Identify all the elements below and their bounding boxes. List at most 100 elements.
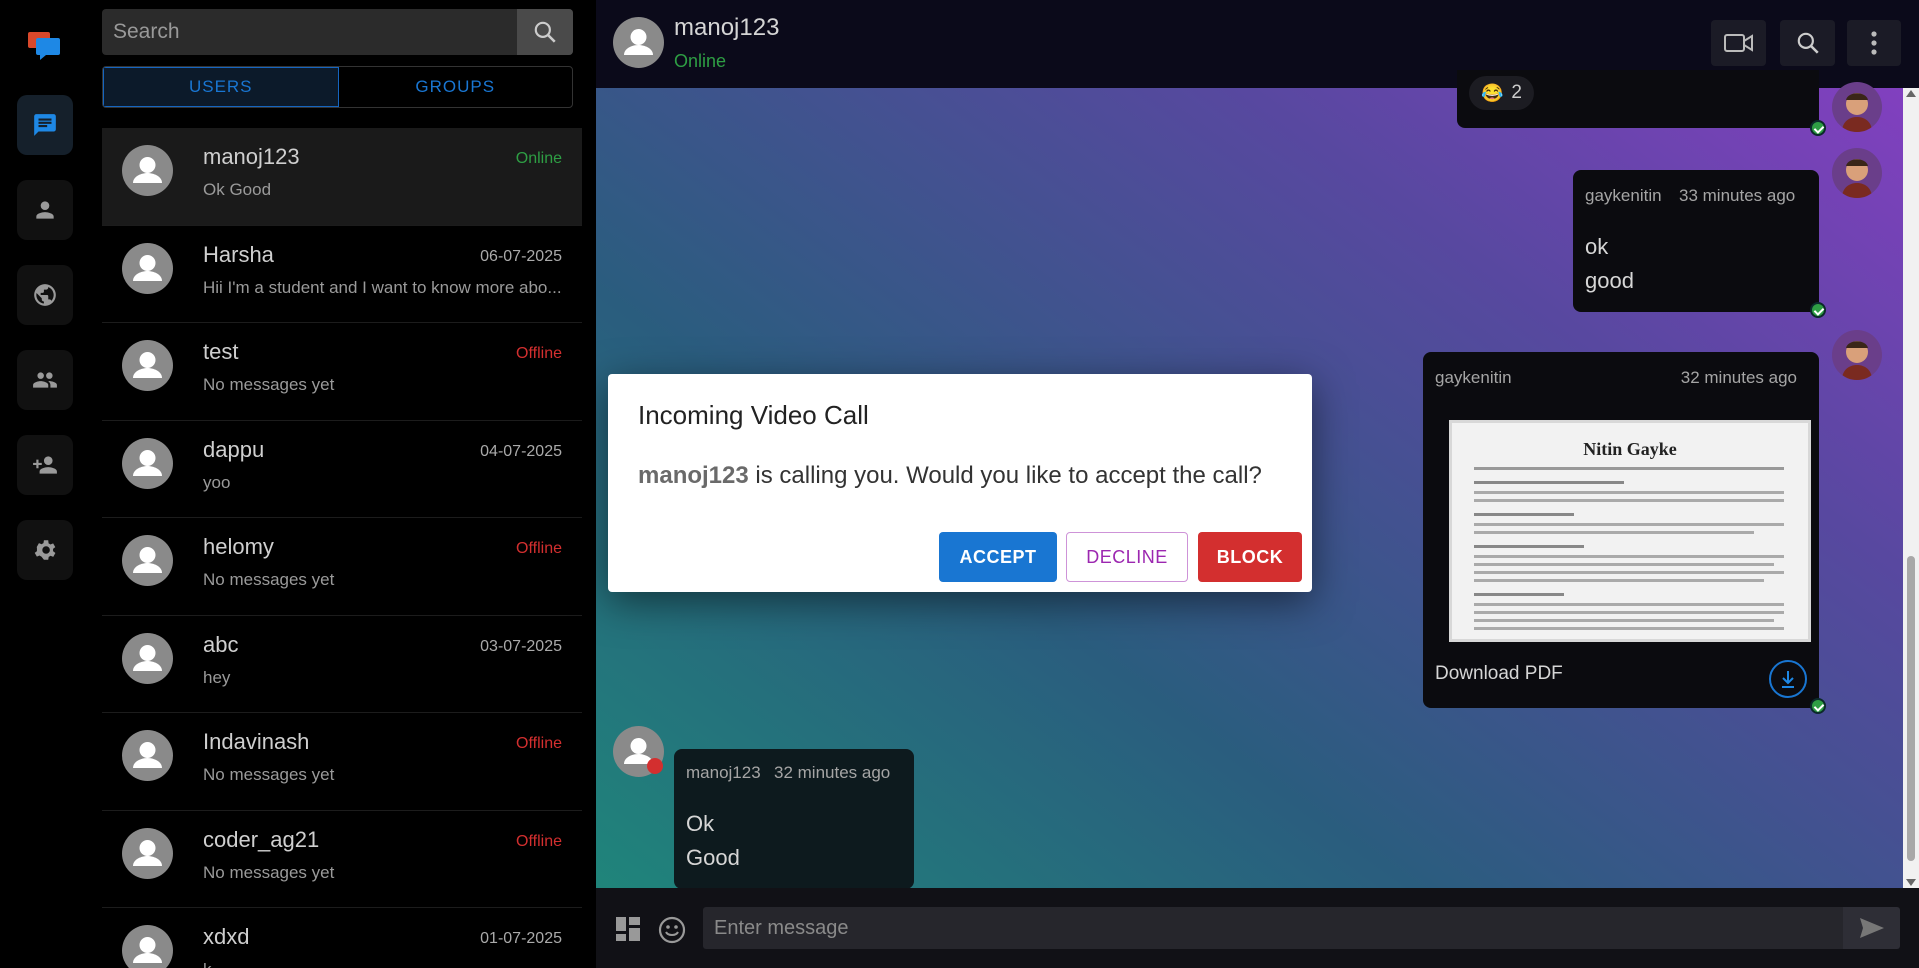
conversation-list: manoj123 Ok Good Online Harsha Hii I'm a stu… — [102, 128, 582, 968]
list-item[interactable]: coder_ag21 No messages yet Offline — [102, 811, 582, 908]
avatar — [122, 437, 173, 489]
list-item[interactable]: dappu yoo 04-07-2025 — [102, 421, 582, 518]
avatar-placeholder-icon — [133, 937, 162, 963]
avatar[interactable] — [1832, 330, 1882, 380]
message-time: 33 minutes ago — [1679, 186, 1796, 205]
read-receipt-icon — [1810, 302, 1826, 318]
message-sender: gaykenitin — [1435, 368, 1512, 387]
groups-nav-button[interactable] — [17, 350, 73, 410]
avatar — [122, 730, 173, 781]
avatar-placeholder-icon — [133, 644, 162, 671]
search-bar — [102, 9, 573, 55]
conversation-name: test — [203, 339, 239, 364]
search-button[interactable] — [517, 9, 573, 55]
incoming-call-dialog: Incoming Video Call manoj123 is calling … — [608, 374, 1312, 592]
search-icon — [534, 21, 556, 43]
reaction-emoji: 😂 — [1481, 82, 1504, 103]
conversation-preview: hey — [203, 667, 231, 687]
dialog-message-text: is calling you. Would you like to accept… — [748, 462, 1262, 489]
chat-icon — [34, 114, 56, 136]
reaction-count: 2 — [1511, 82, 1522, 103]
emoji-icon[interactable] — [658, 916, 686, 944]
message-time: 32 minutes ago — [1680, 368, 1797, 387]
avatar[interactable] — [1832, 82, 1882, 132]
settings-nav-button[interactable] — [17, 520, 73, 580]
conversation-preview: No messages yet — [203, 862, 335, 882]
send-button[interactable] — [1843, 907, 1900, 949]
chat-scrollbar[interactable] — [1903, 88, 1919, 888]
dialog-title: Incoming Video Call — [638, 400, 869, 430]
conversation-name: manoj123 — [203, 144, 300, 169]
message-text: ok good — [1585, 230, 1634, 298]
avatar[interactable] — [613, 17, 664, 68]
avatar-placeholder-icon — [133, 449, 162, 476]
message-line: good — [1585, 268, 1634, 293]
message-sender: gaykenitin — [1585, 186, 1662, 205]
avatar-placeholder-icon — [133, 839, 162, 866]
avatar[interactable] — [1832, 148, 1882, 198]
add-friend-nav-button[interactable] — [17, 435, 73, 495]
message-bubble: 😂 2 — [1457, 70, 1819, 128]
pdf-title: Nitin Gayke — [1583, 439, 1677, 459]
conversation-name: abc — [203, 631, 239, 657]
conversation-panel: USERS GROUPS manoj123 Ok Good Online Harsha… — [90, 0, 687, 968]
avatar-placeholder-icon — [133, 254, 162, 281]
chat-contact-status: Online — [674, 51, 727, 71]
message-sender: manoj123 — [686, 763, 761, 782]
download-button[interactable] — [1769, 660, 1807, 698]
person-add-icon — [33, 456, 57, 474]
list-item[interactable]: abc hey 03-07-2025 — [102, 616, 582, 713]
read-receipt-icon — [1810, 698, 1826, 714]
reaction-chip[interactable]: 😂 2 — [1469, 76, 1534, 110]
accept-button[interactable]: ACCEPT — [939, 532, 1057, 582]
avatar — [122, 340, 173, 391]
conversation-preview: Ok Good — [203, 180, 272, 199]
avatar-placeholder-icon — [133, 547, 162, 573]
message-text: Ok Good — [686, 807, 740, 875]
message-line: Ok — [686, 811, 715, 836]
message-line: ok — [1585, 234, 1609, 259]
offline-status-dot — [647, 758, 663, 774]
conversation-name: xdxd — [203, 924, 250, 949]
list-item[interactable]: Harsha Hii I'm a student and I want to kn… — [102, 226, 582, 323]
conversation-meta: 03-07-2025 — [480, 637, 562, 655]
avatar — [122, 632, 173, 684]
profile-nav-button[interactable] — [17, 180, 73, 240]
video-call-button[interactable] — [1711, 20, 1766, 66]
conversation-preview: Hii I'm a student and I want to know mor… — [203, 277, 562, 297]
decline-button[interactable]: DECLINE — [1066, 532, 1188, 582]
explore-nav-button[interactable] — [17, 265, 73, 325]
avatar-placeholder-icon — [133, 157, 162, 183]
tab-users[interactable]: USERS — [103, 67, 339, 107]
download-pdf-label[interactable]: Download PDF — [1435, 662, 1563, 686]
list-item[interactable]: manoj123 Ok Good Online — [102, 128, 582, 226]
message-composer — [596, 888, 1919, 968]
search-input[interactable] — [102, 9, 517, 55]
pdf-preview[interactable]: Nitin Gayke — [1449, 420, 1811, 642]
conversation-name: Harsha — [203, 241, 274, 267]
conversation-preview: k — [203, 960, 573, 968]
more-options-button[interactable] — [1847, 20, 1901, 66]
message-bubble: manoj123 32 minutes ago Ok Good — [674, 749, 914, 889]
avatar — [122, 925, 173, 968]
list-item[interactable]: Indavinash No messages yet Offline — [102, 713, 582, 811]
list-item[interactable]: test No messages yet Offline — [102, 323, 582, 421]
chat-scrollbar-thumb[interactable] — [1907, 556, 1915, 861]
globe-icon — [34, 284, 56, 306]
message-line: Good — [686, 845, 740, 870]
dashboard-icon[interactable] — [615, 916, 641, 942]
list-item[interactable]: helomy No messages yet Offline — [102, 518, 582, 616]
list-tabs: USERS GROUPS — [102, 66, 573, 108]
message-input[interactable] — [703, 907, 1843, 949]
read-receipt-icon — [1810, 120, 1826, 136]
search-chat-button[interactable] — [1780, 20, 1835, 66]
conversation-preview: No messages yet — [203, 570, 335, 589]
chats-nav-button[interactable] — [17, 95, 73, 155]
block-button[interactable]: BLOCK — [1198, 532, 1302, 582]
list-item[interactable]: xdxd k 01-07-2025 — [102, 908, 582, 968]
tab-groups[interactable]: GROUPS — [339, 67, 573, 107]
conversation-meta: Offline — [516, 735, 562, 752]
conversation-preview: yoo — [203, 472, 231, 492]
dialog-message: manoj123 is calling you. Would you like … — [638, 462, 1262, 490]
conversation-name: dappu — [203, 436, 265, 462]
